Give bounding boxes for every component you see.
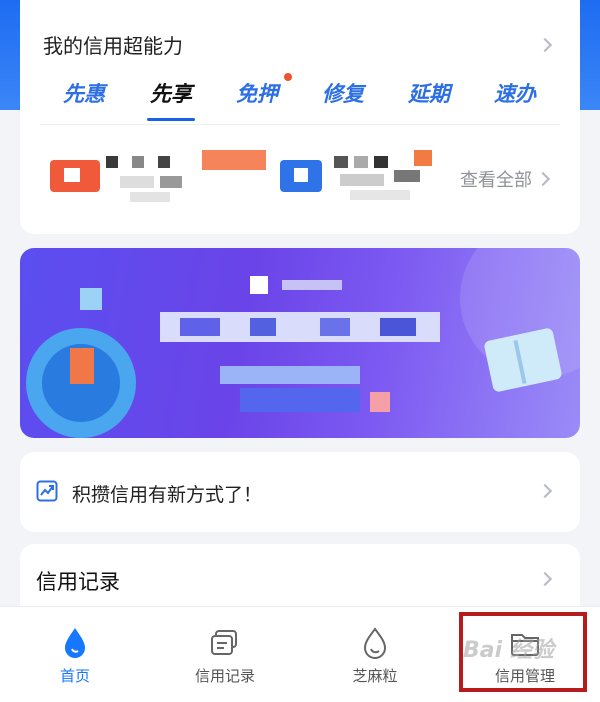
notification-dot [284, 73, 292, 81]
section-title: 我的信用超能力 [43, 34, 183, 58]
tabbar-item-sesame[interactable]: 芝麻粒 [300, 607, 450, 702]
chevron-right-icon[interactable] [537, 483, 553, 499]
tab-xianxiang[interactable]: 先享 [128, 78, 214, 108]
folder-icon [511, 634, 539, 656]
tab-suban[interactable]: 速办 [472, 78, 558, 108]
view-all-link[interactable]: 查看全部 [460, 166, 532, 192]
blurred-benefit-list[interactable] [50, 148, 450, 208]
record-icon [211, 630, 237, 655]
active-tab-indicator [147, 118, 195, 121]
chevron-right-icon[interactable] [535, 171, 551, 187]
bottom-tab-bar: 首页 信用记录 芝麻粒 信用管理 [0, 606, 600, 702]
tabbar-label: 首页 [59, 667, 90, 685]
superpower-tabs: 先惠 先享 免押 修复 延期 速办 [20, 78, 580, 118]
tab-mianya[interactable]: 免押 [214, 78, 300, 108]
chevron-right-icon[interactable] [537, 571, 553, 587]
credit-accumulate-row[interactable]: 积攒信用有新方式了！ [20, 452, 580, 532]
tabbar-label: 信用管理 [494, 667, 555, 685]
section-title: 信用记录 [36, 570, 120, 594]
tabbar-label: 信用记录 [194, 667, 255, 685]
promo-text: 积攒信用有新方式了！ [72, 484, 263, 506]
sesame-icon [363, 627, 387, 659]
trend-chart-icon [36, 480, 58, 502]
tab-xianhui[interactable]: 先惠 [41, 78, 127, 108]
credit-superpower-card: 我的信用超能力 先惠 先享 免押 修复 延期 速办 查看全部 [20, 0, 580, 234]
tab-yanqi[interactable]: 延期 [386, 78, 472, 108]
tabbar-item-home[interactable]: 首页 [0, 607, 150, 702]
divider [40, 124, 560, 125]
tabbar-label: 芝麻粒 [352, 667, 398, 685]
banner-button[interactable] [240, 388, 360, 412]
promo-banner[interactable] [20, 248, 580, 438]
tabbar-item-credit-record[interactable]: 信用记录 [150, 607, 300, 702]
chevron-right-icon[interactable] [537, 37, 553, 53]
drop-icon [65, 628, 85, 658]
tabbar-item-credit-management[interactable]: 信用管理 [450, 607, 600, 702]
tab-xiufu[interactable]: 修复 [300, 78, 386, 108]
